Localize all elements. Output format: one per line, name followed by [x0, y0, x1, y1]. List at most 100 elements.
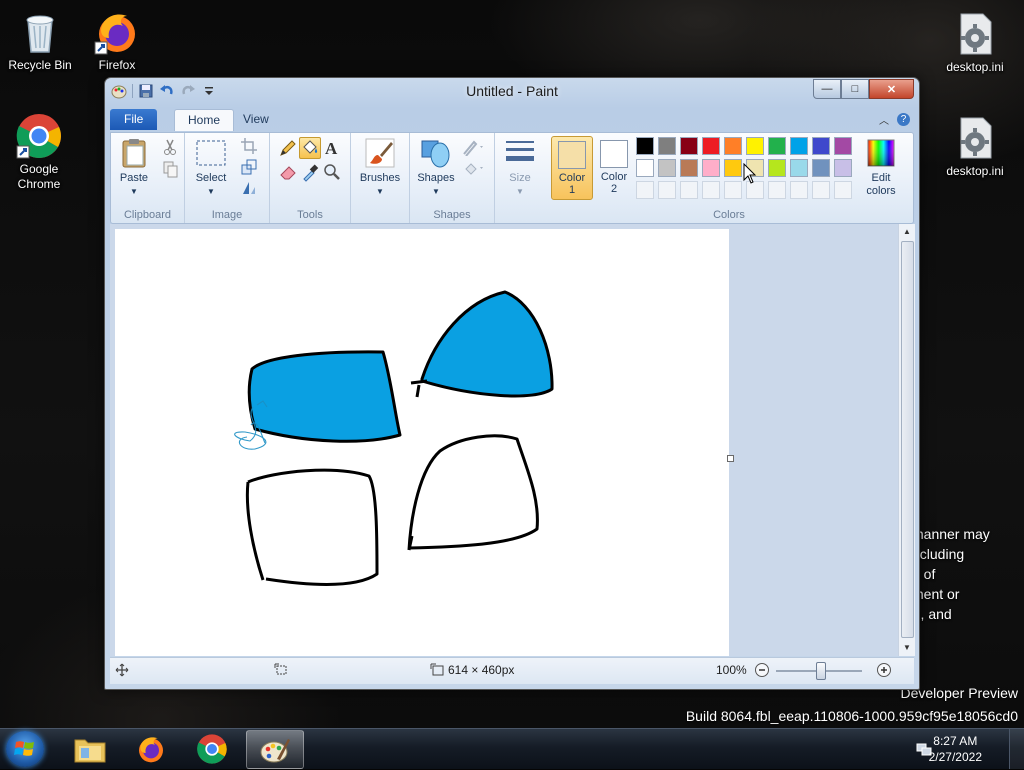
palette-swatch[interactable]	[724, 159, 742, 177]
select-button[interactable]: Select ▼	[191, 137, 231, 198]
color-spectrum-icon	[865, 137, 897, 169]
color-picker-icon[interactable]	[299, 161, 321, 183]
custom-color-slot[interactable]	[834, 181, 852, 199]
ribbon-right-controls: ︿ ?	[879, 112, 910, 127]
drawing-canvas[interactable]	[115, 229, 734, 656]
help-icon[interactable]: ?	[897, 113, 910, 126]
size-button[interactable]: Size ▼	[500, 137, 540, 198]
start-button[interactable]	[6, 731, 44, 767]
palette-swatch[interactable]	[834, 159, 852, 177]
group-brushes: Brushes ▼	[351, 133, 410, 223]
custom-color-slot[interactable]	[658, 181, 676, 199]
outline-shape	[407, 434, 539, 551]
system-clock[interactable]: 8:27 AM 2/27/2022	[929, 733, 982, 765]
tab-home[interactable]: Home	[174, 109, 235, 131]
custom-color-slot[interactable]	[680, 181, 698, 199]
palette-swatch[interactable]	[636, 137, 654, 155]
desktop-icon-desktop-ini-2[interactable]: desktop.ini	[935, 114, 1015, 179]
pencil-icon[interactable]	[277, 137, 299, 159]
magnifier-icon[interactable]	[321, 161, 343, 183]
eraser-icon[interactable]	[277, 161, 299, 183]
scroll-up-icon[interactable]: ▲	[899, 224, 915, 240]
vertical-scrollbar[interactable]: ▲ ▼	[898, 224, 915, 656]
zoom-in-icon[interactable]	[876, 662, 892, 681]
zoom-out-icon[interactable]	[754, 662, 770, 681]
tab-view[interactable]: View	[230, 109, 282, 130]
palette-swatch[interactable]	[680, 137, 698, 155]
show-desktop-button[interactable]	[1009, 729, 1024, 769]
palette-swatch[interactable]	[658, 137, 676, 155]
resize-handle[interactable]	[727, 455, 734, 462]
taskbar-firefox[interactable]	[123, 730, 179, 767]
crop-icon[interactable]	[240, 137, 258, 155]
group-label: Shapes	[433, 209, 471, 221]
scroll-down-icon[interactable]: ▼	[899, 640, 915, 656]
color2-button[interactable]: Color 2	[594, 136, 634, 198]
zoom-slider-thumb[interactable]	[816, 662, 826, 680]
minimize-ribbon-icon[interactable]: ︿	[879, 112, 889, 127]
palette-swatch[interactable]	[680, 159, 698, 177]
maximize-button[interactable]: □	[841, 79, 869, 99]
desktop-icon-label: Firefox	[98, 58, 136, 72]
palette-swatch[interactable]	[702, 159, 720, 177]
custom-color-slot[interactable]	[702, 181, 720, 199]
palette-swatch[interactable]	[768, 159, 786, 177]
chevron-down-icon: ▼	[207, 187, 215, 196]
desktop-icon-label: Google Chrome	[17, 162, 61, 191]
fill-icon[interactable]	[462, 159, 486, 177]
custom-color-slot[interactable]	[768, 181, 786, 199]
fill-bucket-icon[interactable]	[299, 137, 321, 159]
palette-swatch[interactable]	[834, 137, 852, 155]
custom-color-slot[interactable]	[724, 181, 742, 199]
paste-button[interactable]: Paste ▼	[115, 137, 153, 198]
palette-swatch[interactable]	[724, 137, 742, 155]
color1-button[interactable]: Color 1	[551, 136, 593, 200]
desktop-icon-firefox[interactable]: Firefox	[77, 8, 157, 73]
chevron-down-icon: ▼	[432, 187, 440, 196]
palette-swatch[interactable]	[812, 159, 830, 177]
copy-icon[interactable]	[161, 160, 179, 178]
desktop-icon-recycle-bin[interactable]: Recycle Bin	[0, 8, 80, 73]
scroll-thumb[interactable]	[901, 241, 914, 638]
paint-icon	[260, 738, 290, 762]
title-bar[interactable]: Untitled - Paint — □ ✕	[105, 78, 919, 106]
palette-swatch[interactable]	[768, 137, 786, 155]
color2-label: Color	[600, 171, 628, 183]
outline-shape	[245, 468, 379, 586]
taskbar-explorer[interactable]	[62, 730, 118, 767]
windows-explorer-icon	[74, 739, 106, 762]
window-title: Untitled - Paint	[466, 83, 558, 99]
paint-window: Untitled - Paint — □ ✕ File Home View ︿ …	[104, 77, 920, 690]
clock-date: 2/27/2022	[928, 750, 982, 764]
desktop-icon-google-chrome[interactable]: Google Chrome	[0, 112, 79, 192]
shapes-button[interactable]: Shapes ▼	[414, 137, 458, 198]
group-tools: A Tools	[270, 133, 351, 223]
palette-swatch[interactable]	[702, 137, 720, 155]
palette-swatch[interactable]	[658, 159, 676, 177]
tab-file[interactable]: File	[110, 109, 158, 130]
rotate-icon[interactable]	[240, 179, 258, 197]
cursor-position-icon	[115, 663, 129, 680]
palette-swatch[interactable]	[746, 137, 764, 155]
taskbar-chrome[interactable]	[184, 730, 240, 767]
taskbar-paint[interactable]	[246, 730, 304, 769]
close-button[interactable]: ✕	[869, 79, 914, 99]
custom-color-slot[interactable]	[790, 181, 808, 199]
cut-icon[interactable]	[161, 138, 179, 156]
group-label: Clipboard	[123, 209, 172, 221]
palette-swatch[interactable]	[790, 137, 808, 155]
custom-color-slot[interactable]	[812, 181, 830, 199]
text-icon[interactable]: A	[321, 137, 343, 159]
palette-swatch[interactable]	[812, 137, 830, 155]
outline-icon[interactable]	[462, 138, 486, 157]
desktop-icon-desktop-ini[interactable]: desktop.ini	[935, 10, 1015, 75]
brushes-button[interactable]: Brushes ▼	[357, 137, 403, 198]
custom-color-slot[interactable]	[636, 181, 654, 199]
palette-swatch[interactable]	[636, 159, 654, 177]
edit-colors-button[interactable]: Edit colors	[857, 137, 905, 198]
resize-icon[interactable]	[240, 158, 258, 176]
image-size-icon	[430, 663, 444, 680]
palette-swatch[interactable]	[790, 159, 808, 177]
minimize-button[interactable]: —	[813, 79, 841, 99]
canvas-workspace	[110, 224, 898, 656]
